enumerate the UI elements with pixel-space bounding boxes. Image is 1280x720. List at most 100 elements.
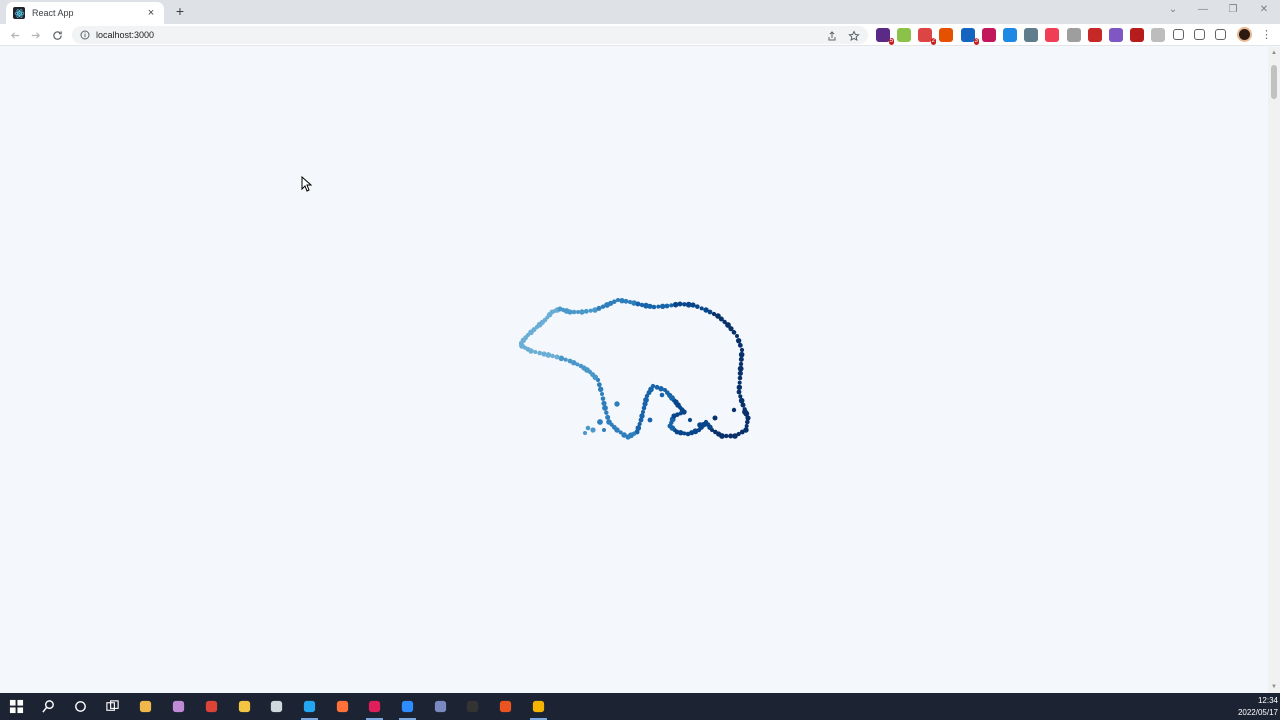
bear-dot bbox=[656, 304, 661, 309]
bear-dot bbox=[738, 361, 744, 367]
scroll-down-arrow-icon[interactable]: ▼ bbox=[1270, 683, 1278, 691]
vscode-icon[interactable] bbox=[301, 698, 318, 720]
bear-dot bbox=[642, 401, 648, 407]
bear-dot bbox=[738, 351, 745, 358]
profile-avatar[interactable] bbox=[1237, 27, 1252, 42]
ext-1-icon[interactable]: 5 bbox=[876, 28, 894, 45]
browser-tab[interactable]: React App × bbox=[6, 2, 164, 24]
ext-7-icon[interactable] bbox=[1003, 28, 1017, 42]
ext-11-icon[interactable] bbox=[1088, 28, 1102, 42]
ext-3-icon[interactable]: 2 bbox=[918, 28, 936, 45]
bear-dot bbox=[606, 419, 612, 425]
address-bar[interactable]: localhost:3000 bbox=[72, 26, 868, 44]
ext-5-icon[interactable]: 3 bbox=[961, 28, 979, 45]
bear-dot bbox=[664, 303, 670, 309]
react-logo-icon bbox=[13, 7, 25, 19]
ext-13-icon[interactable] bbox=[1130, 28, 1144, 42]
settings-app-icon[interactable] bbox=[432, 698, 449, 715]
reload-icon bbox=[52, 30, 62, 40]
ext-14-icon[interactable] bbox=[1151, 28, 1165, 42]
chrome-canary-icon[interactable] bbox=[530, 698, 547, 720]
vertical-scrollbar[interactable]: ▲ ▼ bbox=[1268, 47, 1280, 693]
share-icon[interactable] bbox=[826, 30, 838, 42]
slack-icon[interactable] bbox=[366, 698, 383, 720]
bear-dot bbox=[635, 301, 641, 307]
ext-9-icon[interactable] bbox=[1045, 28, 1059, 42]
bear-dot bbox=[602, 405, 608, 411]
maximize-button[interactable]: ❐ bbox=[1222, 3, 1244, 17]
bear-dot bbox=[604, 410, 609, 415]
bear-dot bbox=[541, 351, 547, 357]
new-tab-button[interactable]: + bbox=[173, 3, 187, 19]
cortana-icon[interactable] bbox=[72, 698, 89, 715]
bear-dot bbox=[677, 301, 683, 307]
page-viewport bbox=[0, 47, 1268, 693]
bear-dot bbox=[533, 350, 538, 354]
clock-date: 2022/05/17 bbox=[1237, 708, 1278, 717]
bear-dot bbox=[687, 417, 693, 423]
tab-search-icon[interactable]: ⌄ bbox=[1162, 3, 1184, 17]
app-2-icon[interactable] bbox=[170, 698, 187, 715]
extensions-puzzle-icon[interactable] bbox=[1173, 29, 1184, 40]
zoom-icon[interactable] bbox=[399, 698, 416, 720]
reading-list-icon[interactable] bbox=[1194, 29, 1205, 40]
bear-dot bbox=[669, 303, 674, 308]
task-view-icon[interactable] bbox=[104, 698, 121, 715]
bear-dot bbox=[738, 394, 743, 399]
back-button[interactable] bbox=[7, 27, 23, 43]
side-panel-icon[interactable] bbox=[1215, 29, 1226, 40]
ext-6-icon[interactable] bbox=[982, 28, 996, 42]
bear-dot bbox=[651, 304, 657, 310]
bear-dot bbox=[623, 298, 629, 304]
ext-12-icon[interactable] bbox=[1109, 28, 1123, 42]
reload-button[interactable] bbox=[49, 27, 65, 43]
bear-dot bbox=[596, 305, 602, 311]
search-icon[interactable] bbox=[40, 698, 57, 715]
ext-4-icon[interactable] bbox=[939, 28, 953, 42]
bear-dot bbox=[695, 304, 700, 309]
minimize-button[interactable]: — bbox=[1192, 3, 1214, 17]
firefox-icon[interactable] bbox=[334, 698, 351, 715]
bear-dot bbox=[567, 358, 573, 364]
bear-dot bbox=[736, 389, 742, 395]
info-icon[interactable] bbox=[80, 30, 90, 40]
bear-dot bbox=[621, 432, 627, 438]
bear-dot bbox=[571, 309, 577, 315]
bear-dot bbox=[731, 330, 737, 335]
file-explorer-icon[interactable] bbox=[236, 698, 253, 715]
back-arrow-icon bbox=[10, 31, 19, 39]
bear-dot bbox=[614, 401, 620, 407]
bear-dot bbox=[731, 407, 737, 413]
browser-menu-icon[interactable]: ⋮ bbox=[1261, 27, 1272, 43]
terminal-icon[interactable] bbox=[268, 698, 285, 715]
ext-10-icon[interactable] bbox=[1067, 28, 1081, 42]
close-tab-icon[interactable]: × bbox=[145, 7, 157, 19]
cmd-icon[interactable] bbox=[464, 698, 481, 715]
bear-dot bbox=[745, 419, 750, 425]
windows-start-icon[interactable] bbox=[8, 698, 25, 715]
scroll-up-arrow-icon[interactable]: ▲ bbox=[1270, 49, 1278, 57]
bear-dot bbox=[735, 334, 739, 338]
bookmark-star-icon[interactable] bbox=[848, 30, 860, 42]
clock-time: 12:34 bbox=[1257, 696, 1278, 705]
scroll-thumb[interactable] bbox=[1271, 65, 1277, 99]
bear-dot bbox=[519, 341, 524, 347]
app-1-icon[interactable] bbox=[137, 698, 154, 715]
bear-dot bbox=[641, 405, 647, 411]
bear-dot bbox=[737, 380, 742, 385]
bear-dot bbox=[690, 302, 696, 308]
ext-8-icon[interactable] bbox=[1024, 28, 1038, 42]
ubuntu-icon[interactable] bbox=[497, 698, 514, 715]
close-window-button[interactable]: ✕ bbox=[1253, 3, 1275, 17]
ext-2-icon[interactable] bbox=[897, 28, 911, 42]
bear-dot bbox=[612, 299, 617, 304]
system-clock[interactable]: 12:34 2022/05/17 bbox=[1232, 695, 1278, 719]
bear-dot bbox=[638, 417, 644, 423]
bear-dot bbox=[585, 425, 591, 431]
bear-dot bbox=[600, 396, 606, 401]
bear-dot bbox=[590, 427, 596, 433]
bear-dot bbox=[578, 363, 584, 369]
forward-button[interactable] bbox=[27, 27, 43, 43]
bear-dot bbox=[647, 417, 653, 423]
chrome-icon[interactable] bbox=[203, 698, 220, 715]
